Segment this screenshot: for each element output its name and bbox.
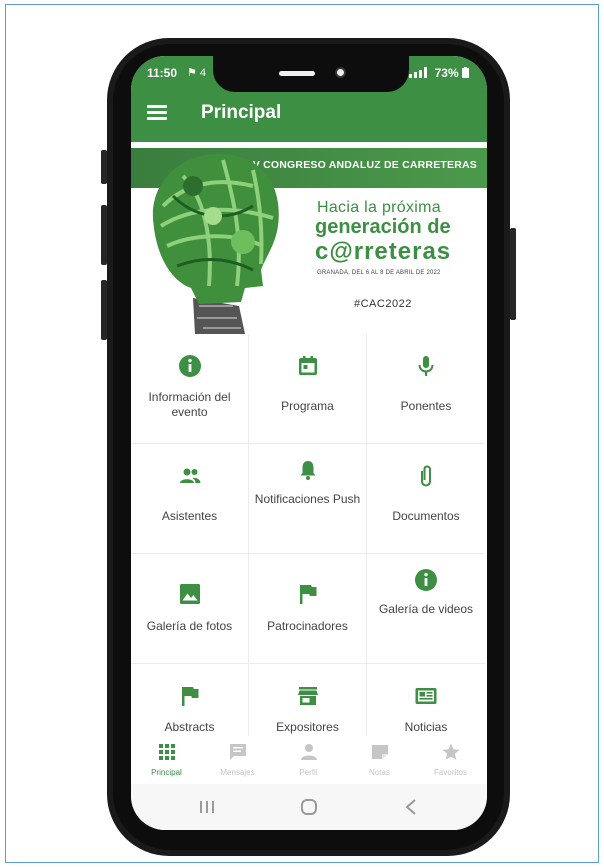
home-button[interactable]	[279, 794, 339, 820]
system-navigation-bar	[131, 784, 487, 830]
event-banner: V CONGRESO ANDALUZ DE CARRETERAS Hacia l…	[131, 142, 487, 334]
battery-icon	[462, 67, 469, 78]
home-icon	[301, 799, 317, 815]
menu-item-ponentes[interactable]: Ponentes	[367, 334, 485, 444]
nav-principal[interactable]: Principal	[131, 736, 202, 784]
camera-notch	[213, 56, 409, 92]
flag-icon	[181, 687, 198, 706]
menu-item-label: Noticias	[404, 720, 448, 734]
menu-item-galeria-videos[interactable]: Galería de videos	[367, 554, 485, 664]
bell-icon	[300, 461, 315, 480]
nav-label: Principal	[151, 768, 182, 777]
power-button	[510, 228, 516, 320]
menu-item-informacion[interactable]: Información del evento	[131, 334, 249, 444]
tagline-line-2: generación de	[315, 216, 451, 238]
menu-item-label: Galería de fotos	[146, 619, 233, 633]
paperclip-icon	[421, 465, 431, 487]
hamburger-menu-icon[interactable]	[147, 105, 167, 121]
tagline-line-1: Hacia la próxima	[317, 199, 441, 216]
nav-mensajes[interactable]: Mensajes	[202, 736, 273, 784]
back-icon	[405, 799, 416, 815]
nav-favoritos[interactable]: Favoritos	[415, 736, 486, 784]
bottom-navigation: Principal Mensajes Perfil Notas Favorito…	[131, 736, 487, 784]
volume-down-button	[101, 205, 107, 265]
status-right: 73%	[409, 66, 469, 80]
star-icon	[442, 743, 459, 760]
menu-item-documentos[interactable]: Documentos	[367, 444, 485, 554]
image-icon	[179, 584, 200, 604]
flag-icon	[299, 585, 316, 604]
side-button-left	[101, 280, 107, 340]
menu-item-label: Ponentes	[400, 399, 452, 413]
nav-label: Mensajes	[220, 768, 255, 777]
menu-item-label: Información del evento	[148, 390, 231, 419]
volume-up-button	[101, 150, 107, 184]
menu-item-label: Asistentes	[161, 509, 218, 523]
nav-label: Favoritos	[434, 768, 467, 777]
menu-item-noticias[interactable]: Noticias	[367, 664, 485, 739]
status-time: 11:50	[147, 66, 178, 80]
menu-item-label: Patrocinadores	[267, 619, 348, 633]
event-hashtag: #CAC2022	[354, 298, 412, 310]
page-title: Principal	[201, 102, 282, 123]
menu-item-patrocinadores[interactable]: Patrocinadores	[249, 554, 367, 664]
menu-grid: Información del evento Programa Ponentes…	[131, 334, 487, 739]
signal-icon	[409, 67, 428, 78]
tagline-line-3: c@rreteras	[315, 238, 452, 265]
menu-item-label: Galería de videos	[378, 602, 474, 616]
menu-item-abstracts[interactable]: Abstracts	[131, 664, 249, 739]
recents-icon	[200, 801, 214, 813]
people-icon	[179, 468, 200, 483]
menu-item-label: Expositores	[276, 720, 339, 734]
battery-percent: 73%	[434, 66, 459, 80]
menu-item-expositores[interactable]: Expositores	[249, 664, 367, 739]
recents-button[interactable]	[177, 794, 237, 820]
front-camera	[335, 67, 346, 78]
menu-item-label: Programa	[281, 399, 334, 413]
menu-item-label: Documentos	[392, 509, 460, 523]
info-icon	[178, 355, 201, 377]
status-indicators: ⚑ 4	[187, 67, 207, 79]
back-button[interactable]	[381, 794, 441, 820]
store-icon	[297, 687, 318, 705]
chat-icon	[229, 744, 246, 760]
menu-item-label: Notificaciones Push	[254, 492, 361, 506]
newspaper-icon	[415, 688, 437, 704]
info-icon	[415, 569, 437, 591]
nav-label: Perfil	[299, 768, 318, 777]
menu-item-asistentes[interactable]: Asistentes	[131, 444, 249, 554]
leaf-head-illustration	[152, 153, 279, 334]
event-dates: GRANADA, DEL 6 AL 8 DE ABRIL DE 2022	[317, 270, 441, 276]
menu-item-programa[interactable]: Programa	[249, 334, 367, 444]
microphone-icon	[418, 356, 434, 376]
nav-perfil[interactable]: Perfil	[273, 736, 344, 784]
menu-item-label: Abstracts	[164, 720, 215, 734]
nav-label: Notas	[369, 768, 390, 777]
menu-item-notificaciones[interactable]: Notificaciones Push	[249, 444, 367, 554]
grid-icon	[158, 744, 175, 760]
person-icon	[300, 744, 317, 760]
nav-notas[interactable]: Notas	[344, 736, 415, 784]
app-bar: Principal	[131, 88, 487, 142]
speaker-grille	[279, 71, 315, 76]
phone-screen: 11:50 ⚑ 4 73% Principal V CONGRESO ANDAL…	[131, 56, 487, 830]
note-icon	[371, 745, 388, 759]
calendar-icon	[298, 356, 317, 375]
menu-item-galeria-fotos[interactable]: Galería de fotos	[131, 554, 249, 664]
